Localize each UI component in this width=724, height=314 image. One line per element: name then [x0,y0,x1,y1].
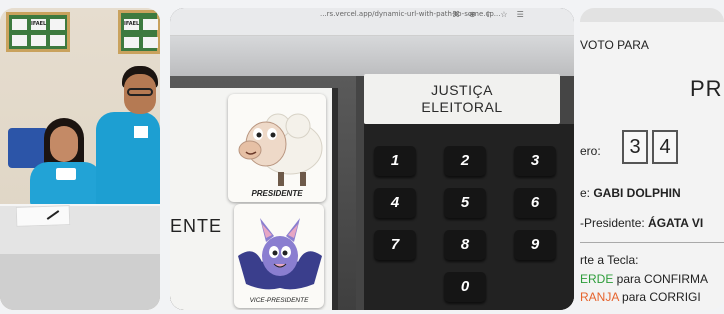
key-1[interactable]: 1 [374,146,416,176]
screen-top-edge [580,8,724,22]
key-7[interactable]: 7 [374,230,416,260]
number-label: ero: [580,144,601,158]
president-caption: PRESIDENTE [251,189,303,198]
justica-eleitoral-label: JUSTIÇA ELEITORAL [364,74,560,124]
candidate-name-label: e: [580,186,594,200]
key-8[interactable]: 8 [444,230,486,260]
number-digit-2: 4 [652,130,678,164]
board-card [124,37,139,48]
student-girl-face [50,126,78,162]
student-boy-uniform [96,112,160,212]
vote-confirmation-screen: VOTO PARA PRE ero: 3 4 e: GABI DOLPHIN -… [580,8,724,310]
confirm-instruction-rest: para CONFIRMA [613,272,709,286]
bulletin-board-left: IFAEL [6,12,70,52]
press-key-instruction: rte a Tecla: [580,253,639,267]
candidate-name-row: e: GABI DOLPHIN [580,186,681,200]
key-5[interactable]: 5 [444,188,486,218]
board-card [31,35,46,46]
correct-instruction: RANJA para CORRIGI [580,290,701,304]
desk-front [0,254,160,310]
vice-president-row: -Presidente: ÁGATA VI [580,216,703,230]
extension-icon[interactable]: ⌘ [452,10,469,19]
glasses [127,88,153,96]
vote-for-label: VOTO PARA [580,38,649,52]
star-icon[interactable]: ☆ [500,10,516,19]
key-4[interactable]: 4 [374,188,416,218]
key-0[interactable]: 0 [444,272,486,302]
vice-president-label: -Presidente: [580,216,649,230]
vice-president-caption: VICE-PRESIDENTE [249,297,309,304]
board-card: IFAEL [124,19,139,30]
machine-top-shade [170,36,574,76]
board-card [12,19,27,30]
confirm-instruction: ERDE para CONFIRMA [580,272,708,286]
board-card [143,19,158,30]
browser-toolbar-icons: ⌘⊕⇪☆☰ [452,10,533,19]
sheep-icon [238,113,323,186]
menu-icon[interactable]: ☰ [517,10,533,19]
browser-toolbar: ...rs.vercel.app/dynamic-url-with-path-t… [170,8,574,36]
title-line-1: JUSTIÇA [431,82,493,98]
key-3[interactable]: 3 [514,146,556,176]
candidate-name-value: GABI DOLPHIN [593,186,681,200]
student-girl-uniform [30,162,102,206]
bat-icon [238,218,322,290]
share-icon[interactable]: ⇪ [485,10,501,19]
board-card [50,35,65,46]
orange-word: RANJA [580,290,619,304]
correct-instruction-rest: para CORRIGI [618,290,701,304]
divider [580,242,724,243]
key-2[interactable]: 2 [444,146,486,176]
voting-keypad: 1 2 3 4 5 6 7 8 9 0 [364,124,574,310]
candidate-card-president[interactable]: PRESIDENTE [228,94,326,202]
vice-president-value: ÁGATA VI [648,216,704,230]
key-9[interactable]: 9 [514,230,556,260]
green-word: ERDE [580,272,614,286]
number-digit-1: 3 [622,130,648,164]
board-card [50,19,65,30]
screen-office-label: ENTE [170,216,223,236]
classroom-photo: IFAEL IFAEL [0,8,160,310]
office-title: PRE [690,76,724,101]
zoom-icon[interactable]: ⊕ [469,10,485,19]
bulletin-board-right: IFAEL [118,10,160,54]
voting-machine-photo: ...rs.vercel.app/dynamic-url-with-path-t… [170,8,574,310]
board-card: IFAEL [31,19,46,30]
candidate-card-vice-president[interactable]: VICE-PRESIDENTE [234,204,324,308]
key-6[interactable]: 6 [514,188,556,218]
title-line-2: ELEITORAL [421,99,503,115]
board-card [12,35,27,46]
ballot-paper [15,205,71,227]
board-card [143,37,158,48]
